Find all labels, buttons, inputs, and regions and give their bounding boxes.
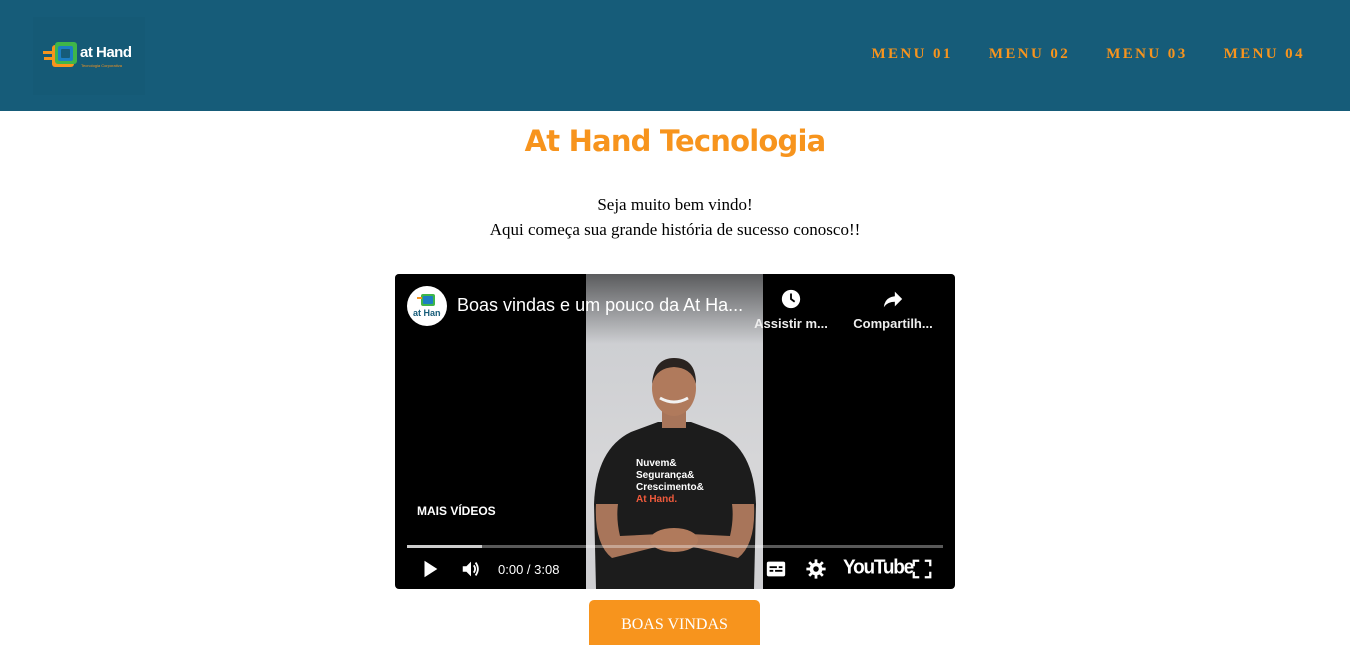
youtube-logo[interactable]: YouTube: [843, 556, 914, 580]
subtitles-icon[interactable]: [764, 558, 788, 580]
welcome-text: Seja muito bem vindo! Aqui começa sua gr…: [0, 192, 1350, 242]
nav-menu-01[interactable]: MENU 01: [871, 46, 952, 63]
nav-menu-03[interactable]: MENU 03: [1106, 46, 1187, 63]
shirt-text-line-2: Segurança&: [636, 470, 694, 481]
channel-logo-icon: at Hand: [413, 294, 441, 318]
logo-mark-icon: [43, 42, 77, 67]
logo-tagline: Tecnologia Corporativa: [81, 63, 122, 68]
welcome-line-1: Seja muito bem vindo!: [597, 195, 753, 214]
more-videos-label[interactable]: MAIS VÍDEOS: [417, 504, 496, 518]
shirt-text-line-4: At Hand.: [636, 494, 677, 505]
play-icon[interactable]: [419, 558, 441, 580]
site-header: at Hand Tecnologia Corporativa MENU 01 M…: [0, 0, 1350, 111]
nav-menu-04[interactable]: MENU 04: [1224, 46, 1305, 63]
player-controls: 0:00 / 3:08 YouTube: [395, 554, 955, 584]
time-display: 0:00 / 3:08: [498, 562, 560, 577]
share-label: Compartilh...: [853, 316, 933, 331]
fullscreen-icon[interactable]: [911, 558, 933, 580]
page-title: At Hand Tecnologia: [524, 124, 827, 158]
settings-gear-icon[interactable]: [804, 558, 828, 580]
watch-later-button[interactable]: Assistir m...: [746, 288, 836, 331]
video-title[interactable]: Boas vindas e um pouco da At Ha...: [457, 295, 747, 316]
progress-bar[interactable]: [407, 545, 943, 548]
channel-avatar[interactable]: at Hand: [407, 286, 447, 326]
watch-later-label: Assistir m...: [754, 316, 828, 331]
nav-menu-02[interactable]: MENU 02: [989, 46, 1070, 63]
site-logo[interactable]: at Hand Tecnologia Corporativa: [33, 17, 145, 95]
logo-name: at Hand: [80, 44, 132, 61]
channel-icon-text: at Hand: [413, 308, 441, 318]
main-nav: MENU 01 MENU 02 MENU 03 MENU 04: [871, 46, 1305, 63]
welcome-line-2: Aqui começa sua grande história de suces…: [489, 220, 861, 239]
volume-icon[interactable]: [459, 558, 483, 580]
youtube-video-player[interactable]: Nuvem& Segurança& Crescimento& At Hand. …: [395, 274, 955, 589]
share-button[interactable]: Compartilh...: [848, 288, 938, 331]
shirt-text-line-1: Nuvem&: [636, 458, 677, 469]
clock-icon: [781, 289, 801, 309]
progress-fill: [407, 545, 483, 548]
boas-vindas-button[interactable]: BOAS VINDAS: [589, 600, 760, 645]
share-icon: [883, 291, 903, 308]
shirt-text-line-3: Crescimento&: [636, 482, 704, 493]
